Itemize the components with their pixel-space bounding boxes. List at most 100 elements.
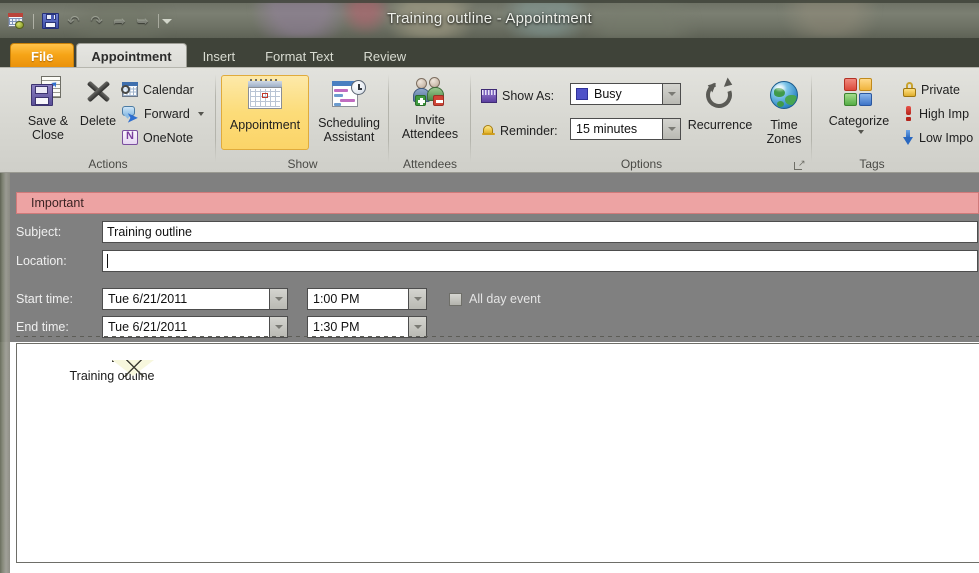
low-importance-label: Low Impo [919, 131, 973, 145]
options-dialog-launcher[interactable]: ↗ [794, 159, 805, 170]
customize-qat-button[interactable] [158, 14, 172, 28]
low-importance-button[interactable]: Low Impo [902, 127, 973, 148]
appointment-form-header: Important Subject: Training outline Loca… [0, 173, 979, 342]
recurrence-button[interactable]: Recurrence [683, 80, 757, 132]
scheduling-assistant-icon [332, 80, 366, 108]
appointment-view-label: Appointment [230, 118, 300, 132]
recurrence-icon [704, 80, 736, 110]
save-icon[interactable] [40, 11, 61, 31]
scheduling-assistant-button[interactable]: Scheduling Assistant [312, 80, 386, 144]
next-item-arrow-icon[interactable]: ➥ [132, 11, 153, 31]
invite-attendees-label-line1: Invite [415, 113, 445, 127]
calendar-button[interactable]: Calendar [122, 79, 194, 100]
subject-input[interactable]: Training outline [102, 221, 978, 243]
invite-attendees-label-line2: Attendees [402, 127, 458, 141]
categorize-button[interactable]: Categorize [822, 78, 896, 134]
ribbon-group-actions: ➚ Save & Close Delete Calendar ➤ Forward [0, 68, 216, 173]
scheduling-assistant-label-line2: Assistant [324, 130, 375, 144]
reminder-dropdown-arrow[interactable] [662, 118, 681, 140]
ribbon-group-show: Appointment Scheduling Assistant Show [216, 68, 389, 173]
tab-insert[interactable]: Insert [189, 44, 250, 68]
reminder-control[interactable]: Reminder: [481, 120, 558, 141]
categorize-label: Categorize [829, 114, 889, 128]
start-date-picker[interactable]: Tue 6/21/2011 [102, 288, 288, 310]
forward-button[interactable]: ➤ Forward [122, 103, 204, 124]
high-importance-button[interactable]: High Imp [902, 103, 969, 124]
ribbon-group-tags: Categorize Private High Imp Low Impo Tag… [812, 68, 979, 173]
location-label: Location: [16, 254, 102, 268]
show-as-control[interactable]: Show As: [481, 85, 554, 106]
checkbox-box [449, 293, 462, 306]
calendar-icon [122, 82, 138, 97]
chevron-down-icon[interactable] [858, 130, 864, 134]
title-bar[interactable]: Training outline - Appointment ↶ ↷ ➦ ➥ [0, 0, 979, 38]
tab-file[interactable]: File [10, 43, 74, 68]
private-label: Private [921, 83, 960, 97]
invite-attendees-button[interactable]: Invite Attendees [393, 77, 467, 141]
busy-color-swatch [576, 88, 588, 100]
qat-separator [33, 14, 34, 29]
quick-access-toolbar[interactable]: ↶ ↷ ➦ ➥ [6, 10, 172, 32]
text-caret [107, 254, 108, 268]
attachment-item[interactable]: Training outline [57, 360, 167, 383]
reminder-dropdown[interactable]: 15 minutes [570, 118, 681, 140]
invite-attendees-icon [412, 77, 448, 107]
end-date-dropdown-arrow[interactable] [269, 316, 288, 338]
ribbon-tab-strip: File Appointment Insert Format Text Revi… [0, 38, 979, 68]
time-zones-label-line1: Time [770, 118, 797, 132]
window-left-frame-lower [0, 342, 10, 573]
end-date-picker[interactable]: Tue 6/21/2011 [102, 316, 288, 338]
ribbon-group-attendees: Invite Attendees Attendees [389, 68, 471, 173]
body-dashed-divider [16, 336, 979, 337]
forward-label: Forward [144, 107, 190, 121]
onenote-button[interactable]: N OneNote [122, 127, 193, 148]
scheduling-assistant-label-line1: Scheduling [318, 116, 380, 130]
show-as-dropdown[interactable]: Busy [570, 83, 681, 105]
location-input[interactable] [102, 250, 978, 272]
end-clock-picker[interactable]: 1:30 PM [307, 316, 427, 338]
tab-appointment[interactable]: Appointment [76, 43, 186, 68]
show-as-value: Busy [594, 87, 622, 101]
onenote-label: OneNote [143, 131, 193, 145]
exclamation-icon [902, 106, 914, 121]
chevron-down-icon[interactable] [198, 112, 204, 116]
delete-x-icon [83, 76, 113, 106]
group-label-attendees: Attendees [389, 157, 471, 171]
tab-format-text[interactable]: Format Text [251, 44, 347, 68]
globe-icon [769, 80, 799, 110]
high-importance-label: High Imp [919, 107, 969, 121]
calendar-app-icon[interactable] [6, 11, 27, 31]
ribbon: ➚ Save & Close Delete Calendar ➤ Forward [0, 67, 979, 173]
show-as-dropdown-arrow[interactable] [662, 83, 681, 105]
start-date-value: Tue 6/21/2011 [102, 288, 269, 310]
start-date-dropdown-arrow[interactable] [269, 288, 288, 310]
appointment-body[interactable]: Training outline [16, 343, 979, 563]
start-clock-picker[interactable]: 1:00 PM [307, 288, 427, 310]
status-banner: Important [16, 192, 979, 214]
down-arrow-icon [902, 130, 914, 145]
appointment-calendar-icon [248, 81, 282, 109]
end-date-value: Tue 6/21/2011 [102, 316, 269, 338]
appointment-view-button[interactable]: Appointment [221, 75, 309, 150]
onenote-icon: N [122, 130, 138, 145]
all-day-event-checkbox[interactable]: All day event [449, 292, 541, 306]
start-clock-dropdown-arrow[interactable] [408, 288, 427, 310]
time-zones-button[interactable]: Time Zones [757, 80, 811, 146]
private-button[interactable]: Private [902, 79, 960, 100]
tab-review[interactable]: Review [349, 44, 420, 68]
show-as-icon [481, 89, 497, 103]
previous-item-arrow-icon[interactable]: ➦ [109, 11, 130, 31]
reminder-value: 15 minutes [570, 118, 662, 140]
group-label-options: Options [471, 157, 812, 171]
title-bar-top-edge [0, 0, 979, 3]
time-zones-label-line2: Zones [767, 132, 802, 146]
lock-icon [902, 82, 916, 97]
undo-arrow-icon[interactable]: ↶ [63, 11, 84, 31]
categorize-color-icon [844, 78, 874, 108]
redo-arrow-icon[interactable]: ↷ [86, 11, 107, 31]
subject-label: Subject: [16, 225, 102, 239]
appointment-window: Training outline - Appointment ↶ ↷ ➦ ➥ [0, 0, 979, 573]
end-clock-dropdown-arrow[interactable] [408, 316, 427, 338]
ribbon-group-options: Show As: Busy Reminder: 15 minutes Recur… [471, 68, 812, 173]
start-time-label: Start time: [16, 292, 102, 306]
